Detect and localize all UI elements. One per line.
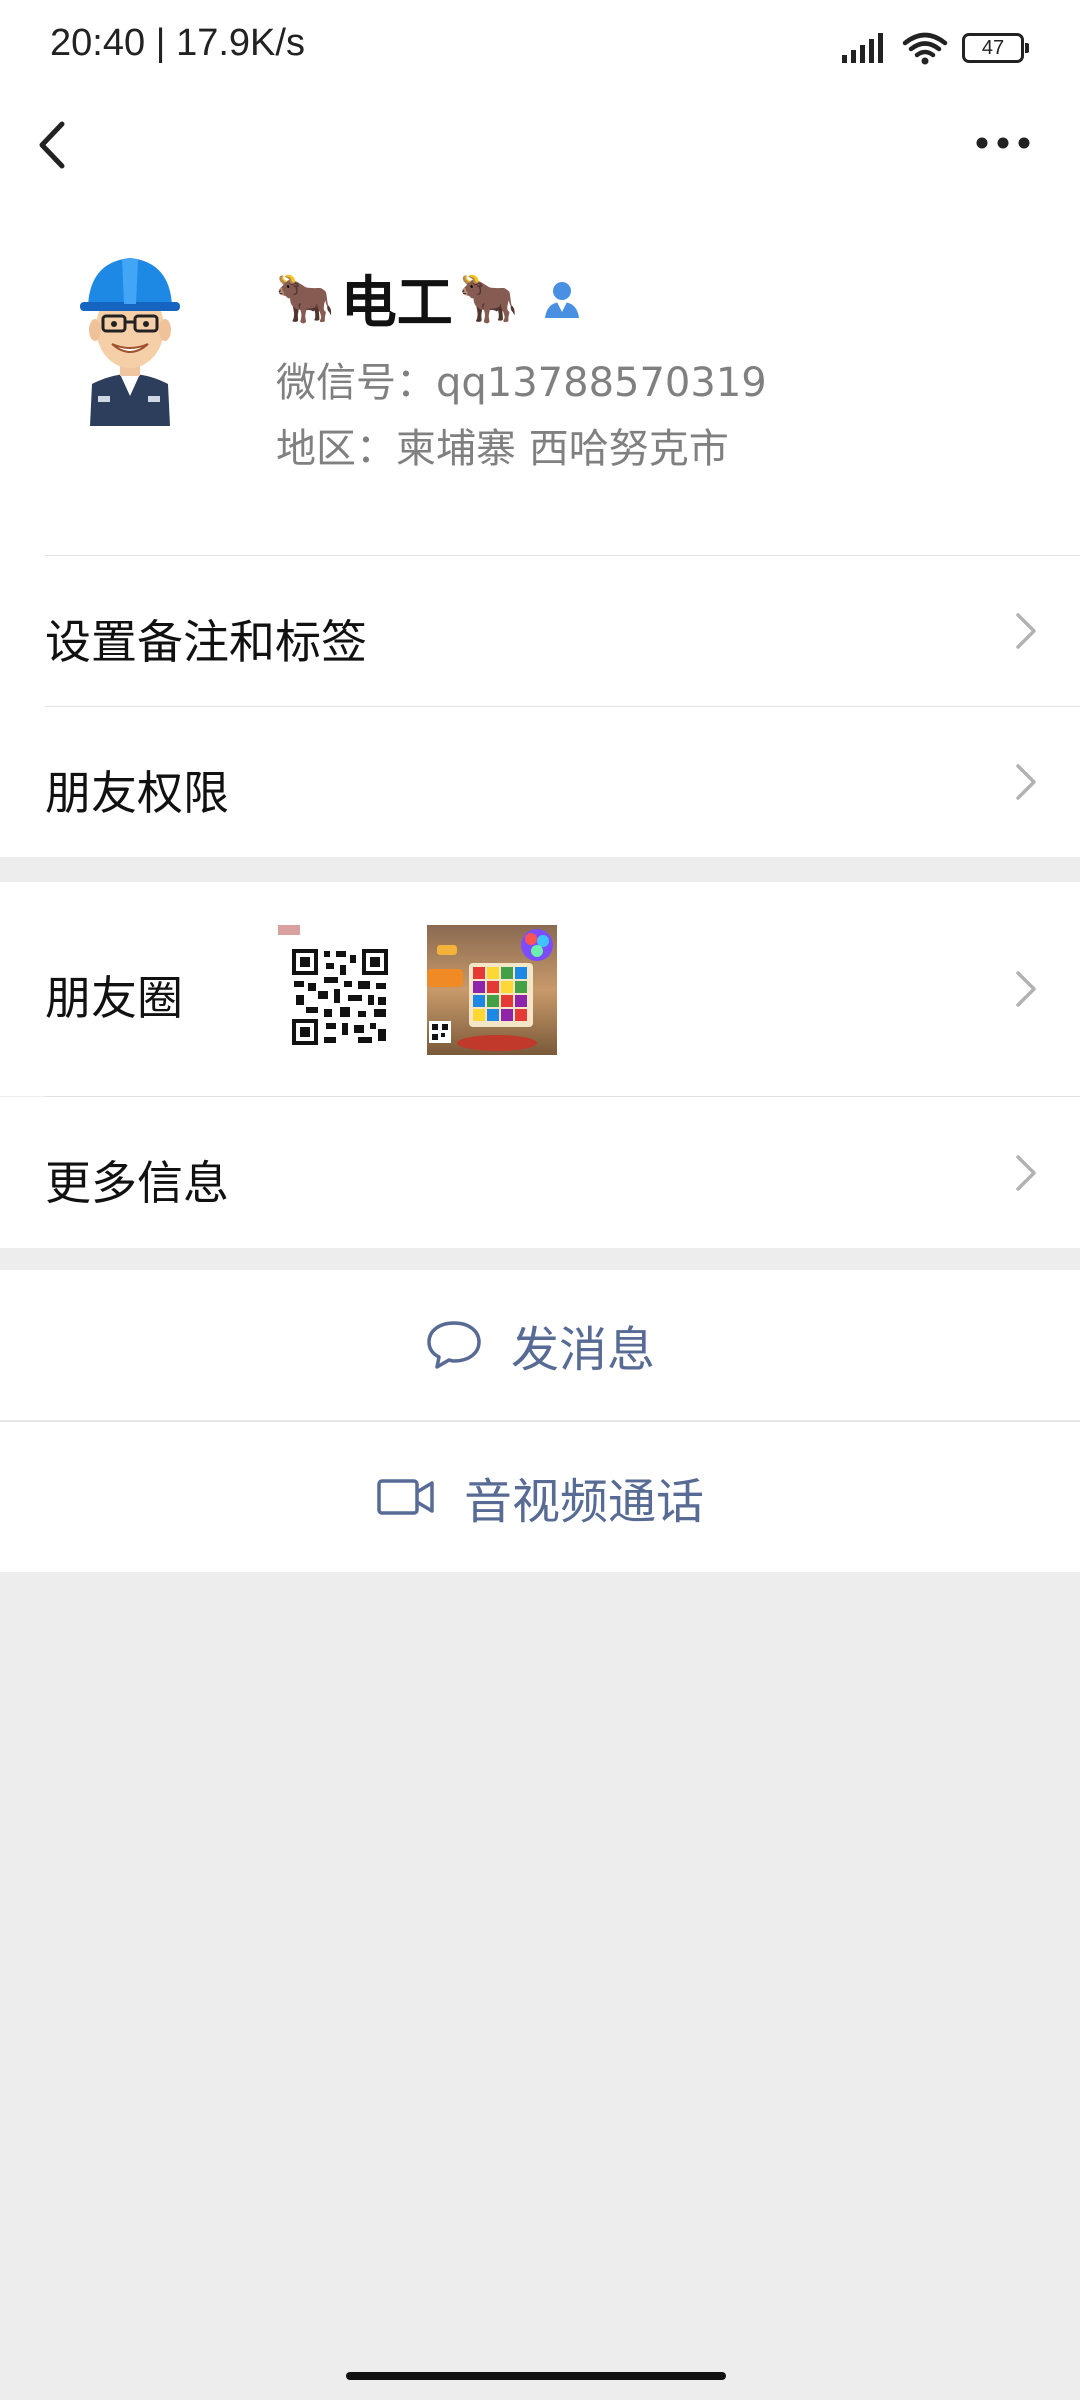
friend-permissions-row[interactable]: 朋友权限 [0, 707, 1080, 857]
moments-thumbnail-game[interactable] [427, 925, 557, 1055]
more-info-label: 更多信息 [45, 1156, 229, 1210]
ox-emoji: 🐂 [458, 271, 519, 327]
person-icon [544, 281, 579, 318]
back-chevron-icon [39, 121, 65, 169]
chevron-right-icon [1016, 764, 1036, 800]
video-call-label: 音视频通话 [463, 1474, 704, 1530]
more-info-row[interactable]: 更多信息 [0, 1097, 1080, 1248]
send-message-label: 发消息 [510, 1322, 655, 1378]
region: 地区：柬埔寨 西哈努克市 [276, 426, 729, 472]
status-icons: 47 [842, 28, 1029, 68]
moments-label: 朋友圈 [45, 971, 183, 1025]
friend-permissions-label: 朋友权限 [45, 766, 229, 820]
wifi-icon [902, 32, 948, 65]
status-bar: 20:40 | 17.9K/s 47 [0, 0, 1080, 95]
wechat-id: 微信号：qq13788570319 [276, 360, 767, 406]
chevron-right-icon [1016, 971, 1036, 1007]
chevron-right-icon [1016, 613, 1036, 649]
ox-emoji: 🐂 [275, 271, 335, 327]
video-camera-icon [377, 1479, 434, 1515]
profile-name: 🐂 电工 🐂 [275, 258, 585, 339]
avatar-image [80, 258, 180, 426]
back-button[interactable] [26, 110, 86, 180]
more-icon [976, 137, 1030, 149]
chevron-right-icon [1016, 1155, 1036, 1191]
moments-thumbnail-qr[interactable] [278, 925, 408, 1055]
remark-tags-label: 设置备注和标签 [45, 615, 367, 669]
send-message-button[interactable]: 发消息 [0, 1270, 1080, 1420]
profile-name-text: 电工 [340, 271, 453, 336]
battery-icon: 47 [962, 33, 1029, 63]
chat-bubble-icon [427, 1321, 481, 1369]
signal-icon [842, 33, 883, 63]
video-call-button[interactable]: 音视频通话 [0, 1422, 1080, 1572]
avatar[interactable] [70, 246, 190, 426]
status-time: 20:40 | 17.9K/s [50, 22, 305, 64]
remark-tags-row[interactable]: 设置备注和标签 [0, 556, 1080, 706]
more-button[interactable] [968, 115, 1038, 170]
home-indicator[interactable] [346, 2372, 726, 2380]
